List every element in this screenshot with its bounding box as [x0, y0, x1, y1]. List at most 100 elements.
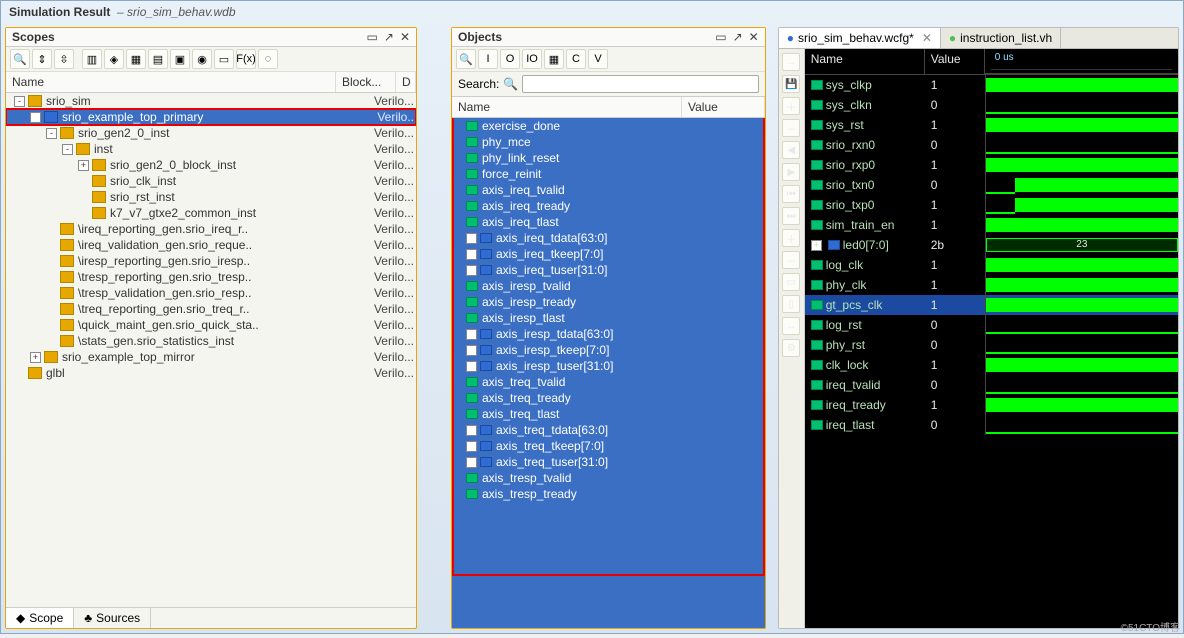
scope-row[interactable]: -instVerilo... — [6, 141, 416, 157]
wave-signal-row[interactable]: phy_clk1 — [805, 275, 1178, 295]
col-obj-value[interactable]: Value — [682, 97, 765, 117]
goto-icon[interactable]: → — [782, 53, 800, 71]
scope-row[interactable]: -srio_simVerilo... — [6, 93, 416, 109]
scope-row[interactable]: +srio_example_top_mirrorVerilo... — [6, 349, 416, 365]
object-row[interactable]: phy_link_reset — [452, 150, 765, 166]
object-row[interactable]: +axis_treq_tdata[63:0] — [452, 422, 765, 438]
expand-toggle[interactable]: - — [30, 112, 41, 123]
fx-icon[interactable]: F(x) — [236, 49, 256, 69]
object-row[interactable]: +axis_treq_tuser[31:0] — [452, 454, 765, 470]
settings-icon[interactable]: ⚙ — [782, 339, 800, 357]
zoom-in-icon[interactable]: ＋ — [782, 97, 800, 115]
remove-marker-icon[interactable]: － — [782, 251, 800, 269]
block-icon[interactable]: ▦ — [126, 49, 146, 69]
wave-signal-row[interactable]: +led0[7:0]2b23 — [805, 235, 1178, 255]
object-row[interactable]: +axis_ireq_tdata[63:0] — [452, 230, 765, 246]
object-row[interactable]: axis_tresp_tvalid — [452, 470, 765, 486]
minimize-icon[interactable]: ▭ — [367, 30, 378, 44]
object-row[interactable]: axis_ireq_tready — [452, 198, 765, 214]
chip-icon[interactable]: ▣ — [170, 49, 190, 69]
scope-row[interactable]: srio_clk_instVerilo... — [6, 173, 416, 189]
inst-icon[interactable]: ◉ — [192, 49, 212, 69]
expand-toggle[interactable]: + — [466, 265, 477, 276]
prev-edge-icon[interactable]: ◀ — [782, 141, 800, 159]
scope-row[interactable]: -srio_gen2_0_instVerilo... — [6, 125, 416, 141]
wave-tab[interactable]: ●instruction_list.vh — [941, 28, 1061, 48]
wave-signal-row[interactable]: log_rst0 — [805, 315, 1178, 335]
filter-v-icon[interactable]: V — [588, 49, 608, 69]
expand-toggle[interactable]: - — [46, 128, 57, 139]
wave-tab[interactable]: ●srio_sim_behav.wcfg*✕ — [779, 28, 941, 48]
more-icon[interactable]: ◌ — [258, 49, 278, 69]
search-icon[interactable]: 🔍 — [456, 49, 476, 69]
scope-row[interactable]: \ireq_reporting_gen.srio_ireq_r..Verilo.… — [6, 221, 416, 237]
object-row[interactable]: +axis_iresp_tuser[31:0] — [452, 358, 765, 374]
wave-signal-row[interactable]: srio_rxp01 — [805, 155, 1178, 175]
col-name[interactable]: Name — [6, 72, 336, 92]
scopes-tree[interactable]: -srio_simVerilo...-srio_example_top_prim… — [6, 93, 416, 607]
next-edge-icon[interactable]: ▶ — [782, 163, 800, 181]
objects-tree[interactable]: exercise_donephy_mcephy_link_resetforce_… — [452, 118, 765, 628]
object-row[interactable]: axis_tresp_tready — [452, 486, 765, 502]
zoom-out-icon[interactable]: － — [782, 119, 800, 137]
scope-row[interactable]: \tresp_reporting_gen.srio_tresp..Verilo.… — [6, 269, 416, 285]
objects-search-input[interactable] — [522, 75, 758, 93]
expand-toggle[interactable]: - — [62, 144, 73, 155]
object-row[interactable]: axis_iresp_tready — [452, 294, 765, 310]
expand-all-icon[interactable]: ⇳ — [54, 49, 74, 69]
tab-close-icon[interactable]: ✕ — [922, 31, 932, 45]
object-row[interactable]: +axis_treq_tkeep[7:0] — [452, 438, 765, 454]
filter-c-icon[interactable]: C — [566, 49, 586, 69]
filter-io-icon[interactable]: IO — [522, 49, 542, 69]
filter-int-icon[interactable]: ▦ — [544, 49, 564, 69]
wave-col-value[interactable]: Value — [925, 49, 985, 74]
scope-row[interactable]: +srio_gen2_0_block_instVerilo... — [6, 157, 416, 173]
scope-row[interactable]: \stats_gen.srio_statistics_instVerilo... — [6, 333, 416, 349]
filter-i-icon[interactable]: I — [478, 49, 498, 69]
wave-signal-row[interactable]: ireq_tready1 — [805, 395, 1178, 415]
ungroup-icon[interactable]: ▯ — [782, 295, 800, 313]
scope-row[interactable]: srio_rst_instVerilo... — [6, 189, 416, 205]
object-row[interactable]: axis_iresp_tlast — [452, 310, 765, 326]
detach-icon[interactable]: ↗ — [384, 30, 394, 44]
save-icon[interactable]: 💾 — [782, 75, 800, 93]
tab-sources[interactable]: ♣Sources — [74, 608, 151, 628]
minimize-icon[interactable]: ▭ — [715, 30, 726, 44]
col-obj-name[interactable]: Name — [452, 97, 682, 117]
tab-scope[interactable]: ◆Scope — [6, 608, 74, 628]
object-row[interactable]: axis_treq_tvalid — [452, 374, 765, 390]
wave-signal-row[interactable]: gt_pcs_clk1 — [805, 295, 1178, 315]
object-row[interactable]: +axis_iresp_tkeep[7:0] — [452, 342, 765, 358]
wave-col-name[interactable]: Name — [805, 49, 925, 74]
object-row[interactable]: axis_iresp_tvalid — [452, 278, 765, 294]
wave-signal-row[interactable]: srio_txn00 — [805, 175, 1178, 195]
object-row[interactable]: axis_treq_tlast — [452, 406, 765, 422]
wave-signal-row[interactable]: ireq_tlast0 — [805, 415, 1178, 435]
wave-signal-row[interactable]: log_clk1 — [805, 255, 1178, 275]
object-row[interactable]: force_reinit — [452, 166, 765, 182]
object-row[interactable]: +axis_iresp_tdata[63:0] — [452, 326, 765, 342]
expand-toggle[interactable]: + — [466, 441, 477, 452]
scope-row[interactable]: \tresp_validation_gen.srio_resp..Verilo.… — [6, 285, 416, 301]
object-row[interactable]: phy_mce — [452, 134, 765, 150]
expand-toggle[interactable]: + — [466, 457, 477, 468]
expand-toggle[interactable]: + — [78, 160, 89, 171]
wave-signal-row[interactable]: sys_rst1 — [805, 115, 1178, 135]
expand-toggle[interactable]: + — [466, 329, 477, 340]
wave-signal-row[interactable]: srio_rxn00 — [805, 135, 1178, 155]
wave-signal-row[interactable]: sim_train_en1 — [805, 215, 1178, 235]
first-icon[interactable]: ⏮ — [782, 185, 800, 203]
expand-toggle[interactable]: + — [466, 233, 477, 244]
scope-row[interactable]: \treq_reporting_gen.srio_treq_r..Verilo.… — [6, 301, 416, 317]
filter-icon[interactable]: ▥ — [82, 49, 102, 69]
scope-row[interactable]: \iresp_reporting_gen.srio_iresp..Verilo.… — [6, 253, 416, 269]
module-icon[interactable]: ▤ — [148, 49, 168, 69]
scope-row[interactable]: k7_v7_gtxe2_common_instVerilo... — [6, 205, 416, 221]
close-icon[interactable]: ✕ — [749, 30, 759, 44]
wave-signal-row[interactable]: sys_clkp1 — [805, 75, 1178, 95]
col-d[interactable]: D — [396, 72, 416, 92]
object-row[interactable]: exercise_done — [452, 118, 765, 134]
expand-toggle[interactable]: + — [30, 352, 41, 363]
object-row[interactable]: +axis_ireq_tkeep[7:0] — [452, 246, 765, 262]
last-icon[interactable]: ⏭ — [782, 207, 800, 225]
